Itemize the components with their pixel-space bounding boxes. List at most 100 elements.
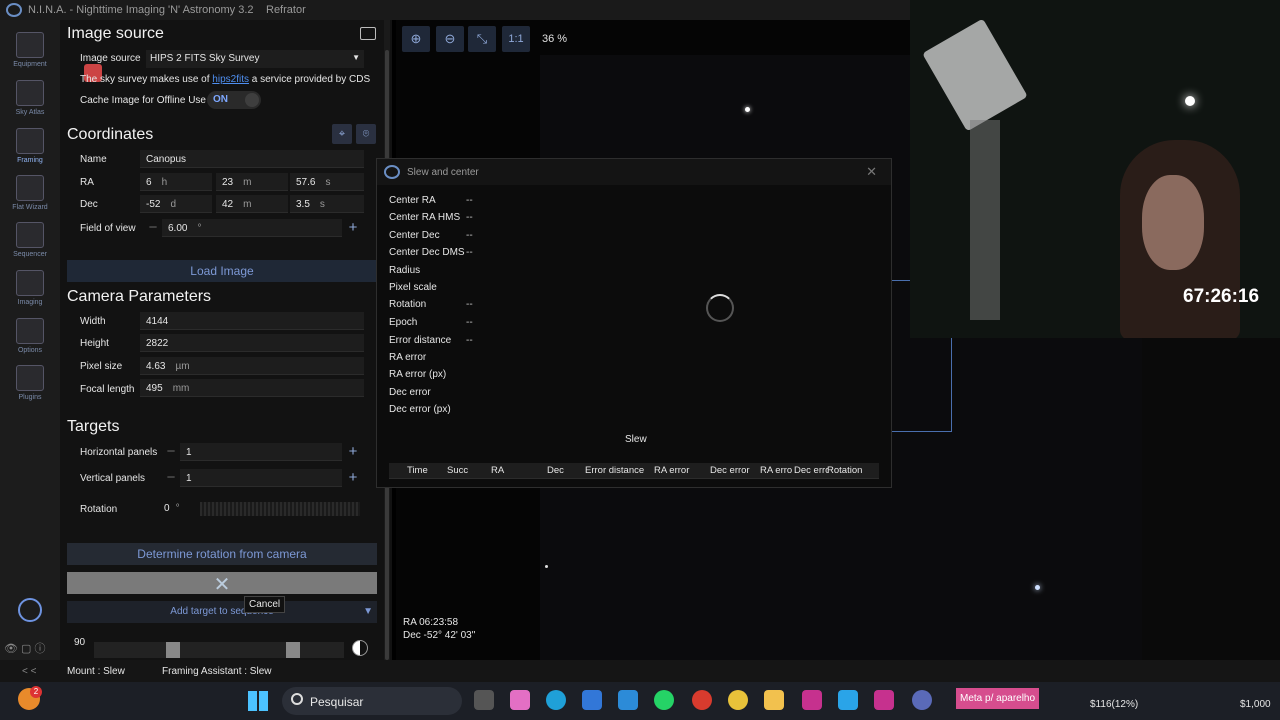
edge-icon[interactable] <box>546 690 566 710</box>
cache-toggle[interactable]: ON <box>207 91 261 109</box>
pixel-size-label: Pixel size <box>80 361 123 372</box>
focal-length-field[interactable]: 495 mm <box>140 379 364 397</box>
col-rotation[interactable]: Rotation <box>827 465 867 476</box>
col-ra-error-px[interactable]: RA erro <box>760 465 794 476</box>
collapse-button[interactable]: < < <box>22 666 36 677</box>
opacity-value: 90 <box>74 637 86 648</box>
hpanels-increase-button[interactable]: + <box>344 443 362 461</box>
location-pin-icon[interactable]: ⌾ <box>356 124 376 144</box>
fov-increase-button[interactable]: + <box>344 219 362 237</box>
zoom-out-icon[interactable]: ⊖ <box>436 26 464 52</box>
windows-start-icon[interactable] <box>248 691 268 711</box>
nav-sequencer[interactable]: Sequencer <box>0 222 60 258</box>
col-ra[interactable]: RA <box>491 465 521 476</box>
nina-logo-icon <box>6 3 22 17</box>
opera-icon[interactable] <box>692 690 712 710</box>
error-distance-label: Error distance <box>389 335 452 346</box>
nav-flat-wizard[interactable]: Flat Wizard <box>0 175 60 211</box>
opacity-slider[interactable] <box>94 642 344 658</box>
image-source-select[interactable]: HIPS 2 FITS Sky Survey ▼ <box>146 50 364 68</box>
amount-display: $1,000 <box>1240 699 1271 710</box>
nav-sky-atlas[interactable]: Sky Atlas <box>0 80 60 116</box>
dec-seconds-field[interactable]: 3.5 s <box>290 195 364 213</box>
error-distance-value: -- <box>466 335 473 346</box>
file-explorer-icon[interactable] <box>764 690 784 710</box>
load-image-button[interactable]: Load Image <box>67 260 377 282</box>
app-icon-3[interactable] <box>874 690 894 710</box>
close-icon[interactable]: ✕ <box>866 164 877 180</box>
sequencer-icon <box>16 222 44 248</box>
meta-notification[interactable]: Meta p/ aparelho <box>956 688 1040 709</box>
nav-framing[interactable]: Framing <box>0 128 60 164</box>
search-icon <box>291 693 303 705</box>
name-field[interactable]: Canopus <box>140 150 364 168</box>
nav-plugins[interactable]: Plugins <box>0 365 60 401</box>
horizontal-panels-field[interactable]: 1 <box>180 443 342 461</box>
fit-to-screen-icon[interactable]: ⤡ <box>468 26 496 52</box>
col-ra-error[interactable]: RA error <box>654 465 704 476</box>
col-error-distance[interactable]: Error distance <box>585 465 647 476</box>
focal-length-label: Focal length <box>80 384 135 395</box>
nav-equipment[interactable]: Equipment <box>0 32 60 68</box>
one-to-one-button[interactable]: 1:1 <box>502 26 530 52</box>
hips2fits-link[interactable]: hips2fits <box>212 74 249 85</box>
height-field[interactable]: 2822 <box>140 334 364 352</box>
chevron-down-icon[interactable]: ▼ <box>363 606 373 617</box>
ra-seconds-field[interactable]: 57.6 s <box>290 173 364 191</box>
hpanels-decrease-button[interactable]: − <box>162 443 180 461</box>
determine-rotation-button[interactable]: Determine rotation from camera <box>67 543 377 565</box>
col-dec-error-px[interactable]: Dec erro <box>794 465 828 476</box>
rotation-label: Rotation <box>80 504 118 515</box>
contrast-icon[interactable] <box>352 640 368 656</box>
chrome-icon[interactable] <box>728 690 748 710</box>
whatsapp-icon[interactable] <box>654 690 674 710</box>
copilot-icon[interactable] <box>510 690 530 710</box>
nav-imaging[interactable]: Imaging <box>0 270 60 306</box>
width-field[interactable]: 4144 <box>140 312 364 330</box>
col-dec[interactable]: Dec <box>547 465 577 476</box>
telescope-icon <box>16 32 44 58</box>
dec-minutes-field[interactable]: 42 m <box>216 195 288 213</box>
vpanels-increase-button[interactable]: + <box>344 469 362 487</box>
power-icon[interactable] <box>18 598 42 622</box>
book-icon[interactable] <box>360 27 376 40</box>
center-dec-dms-value: -- <box>466 247 473 258</box>
app-icon[interactable] <box>618 690 638 710</box>
rotation-value[interactable]: 0 ° <box>164 503 180 514</box>
targets-title: Targets <box>67 418 120 435</box>
slew-status-label: Slew <box>625 434 647 445</box>
fov-decrease-button[interactable]: − <box>144 219 162 237</box>
fov-field[interactable]: 6.00 ° <box>162 219 342 237</box>
col-dec-error[interactable]: Dec error <box>710 465 760 476</box>
ra-minutes-field[interactable]: 23 m <box>216 173 288 191</box>
app-icon-2[interactable] <box>838 690 858 710</box>
center-dec-label: Center Dec <box>389 230 440 241</box>
ra-hours-field[interactable]: 6h <box>140 173 212 191</box>
nina-taskbar-icon[interactable] <box>912 690 932 710</box>
obsidian-icon[interactable] <box>802 690 822 710</box>
framing-status: Framing Assistant : Slew <box>162 666 272 677</box>
task-view-icon[interactable] <box>474 690 494 710</box>
store-icon[interactable] <box>582 690 602 710</box>
center-ra-hms-label: Center RA HMS <box>389 212 461 223</box>
stock-ticker: $116(12%) <box>1090 699 1139 710</box>
taskbar-search[interactable]: Pesquisar <box>282 687 462 715</box>
dec-error-label: Dec error <box>389 387 431 398</box>
zoom-in-icon[interactable]: ⊕ <box>402 26 430 52</box>
telescope-sync-icon[interactable]: ⌖ <box>332 124 352 144</box>
cancel-progress-button[interactable]: ✕ <box>67 572 377 596</box>
col-time[interactable]: Time <box>407 465 437 476</box>
sky-survey-info: The sky survey makes use of hips2fits a … <box>80 74 371 85</box>
zoom-level: 36 % <box>542 33 568 45</box>
add-target-to-sequence-button[interactable]: Add target to sequence ▼ <box>67 601 377 623</box>
rotation-result-value: -- <box>466 299 473 310</box>
col-success[interactable]: Succ <box>447 465 469 476</box>
rotation-slider[interactable] <box>200 502 360 516</box>
dec-degrees-field[interactable]: -52 d <box>140 195 212 213</box>
vertical-panels-field[interactable]: 1 <box>180 469 342 487</box>
loading-spinner-icon <box>706 294 734 322</box>
cursor-coordinates: RA 06:23:58 Dec -52° 42' 03" <box>403 616 475 642</box>
vpanels-decrease-button[interactable]: − <box>162 469 180 487</box>
pixel-size-field[interactable]: 4.63 µm <box>140 357 364 375</box>
nav-options[interactable]: Options <box>0 318 60 354</box>
